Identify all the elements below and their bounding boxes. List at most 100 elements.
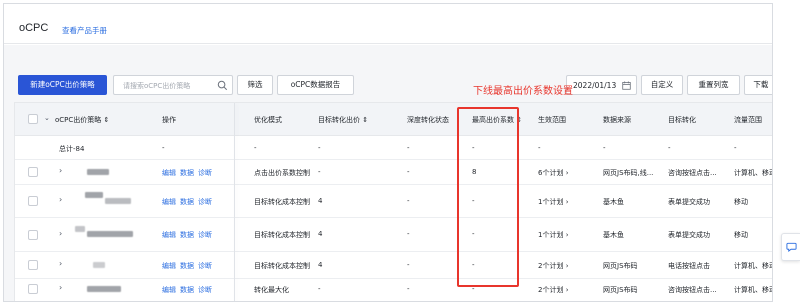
target-bid-cell: 4 bbox=[318, 230, 323, 238]
new-strategy-button[interactable]: 新建oCPC出价策略 bbox=[18, 75, 107, 95]
custom-columns-button[interactable]: 自定义 bbox=[641, 75, 683, 95]
annotation-highlight-box bbox=[457, 107, 519, 287]
data-link[interactable]: 数据 bbox=[180, 230, 194, 240]
diagnose-link[interactable]: 诊断 bbox=[198, 285, 212, 295]
column-header-strategy[interactable]: oCPC出价策略 ⇕ bbox=[55, 115, 109, 125]
deep-status-cell: - bbox=[407, 168, 410, 176]
search-icon[interactable] bbox=[217, 80, 228, 91]
row-checkbox[interactable] bbox=[28, 260, 38, 270]
deep-status-cell: - bbox=[407, 261, 410, 269]
chevron-right-icon[interactable]: › bbox=[59, 195, 62, 204]
chevron-down-icon: ⌄ bbox=[772, 76, 773, 94]
target-conversion-cell: 表单提交成功 bbox=[668, 198, 710, 206]
row-checkbox[interactable] bbox=[28, 167, 38, 177]
target-conversion-cell: 咨询按钮点击... bbox=[668, 169, 717, 177]
table-total-row: 总计-84 - - - - - - - - - bbox=[15, 136, 772, 160]
table-row: › 编辑 数据 诊断 目标转化成本控制 4 - - 1个计划 › 基木鱼 表单提… bbox=[15, 185, 772, 218]
search-input[interactable]: 请搜索oCPC出价策略 bbox=[113, 75, 233, 95]
total-traffic: - bbox=[734, 144, 737, 152]
target-conversion-cell: 电话按钮点击 bbox=[668, 262, 710, 270]
product-manual-link[interactable]: 查看产品手册 bbox=[62, 25, 107, 36]
total-source: - bbox=[603, 144, 606, 152]
chevron-right-icon[interactable]: › bbox=[59, 166, 62, 175]
search-placeholder: 请搜索oCPC出价策略 bbox=[123, 82, 191, 90]
table-row: › 编辑 数据 诊断 目标转化成本控制 4 - - 1个计划 › 基木鱼 表单提… bbox=[15, 218, 772, 252]
redacted-strategy-name bbox=[105, 198, 131, 204]
download-button[interactable]: 下载⌄ bbox=[744, 75, 773, 95]
traffic-cell: 移动 bbox=[734, 231, 748, 239]
chevron-down-icon[interactable]: ⌄ bbox=[44, 114, 50, 122]
table-row: › 编辑 数据 诊断 转化最大化 - - - 2个计划 › 网页JS布码 咨询按… bbox=[15, 279, 772, 301]
deep-status-cell: - bbox=[407, 197, 410, 205]
ocpc-report-button[interactable]: oCPC数据报告 bbox=[277, 75, 354, 95]
diagnose-link[interactable]: 诊断 bbox=[198, 261, 212, 271]
traffic-cell: 计算机、移动 bbox=[734, 169, 773, 177]
toolbar: 新建oCPC出价策略 请搜索oCPC出价策略 筛选 oCPC数据报告 2022/… bbox=[4, 45, 772, 95]
data-link[interactable]: 数据 bbox=[180, 261, 194, 271]
column-header-target-conversion: 目标转化 bbox=[668, 116, 696, 124]
reset-column-width-button[interactable]: 重置列宽 bbox=[687, 75, 740, 95]
redacted-strategy-name bbox=[93, 262, 105, 268]
data-link[interactable]: 数据 bbox=[180, 168, 194, 178]
scope-cell[interactable]: 2个计划 › bbox=[538, 285, 569, 295]
source-cell: 网页JS布码 bbox=[603, 286, 638, 294]
page-header: oCPC 查看产品手册 bbox=[4, 4, 772, 44]
redacted-strategy-name bbox=[75, 226, 85, 232]
strategy-table: ⌄ oCPC出价策略 ⇕ 操作 优化模式 目标转化出价 ⇕ 深度转化状态 最高出… bbox=[14, 102, 773, 301]
diagnose-link[interactable]: 诊断 bbox=[198, 197, 212, 207]
row-checkbox[interactable] bbox=[28, 196, 38, 206]
scope-cell[interactable]: 6个计划 › bbox=[538, 168, 569, 178]
diagnose-link[interactable]: 诊断 bbox=[198, 168, 212, 178]
target-conversion-cell: 表单提交成功 bbox=[668, 231, 710, 239]
redacted-strategy-name bbox=[87, 286, 121, 292]
source-cell: 网页JS布码,线... bbox=[603, 169, 654, 177]
column-header-scope: 生效范围 bbox=[538, 116, 566, 124]
source-cell: 基木鱼 bbox=[603, 198, 624, 206]
chevron-right-icon[interactable]: › bbox=[59, 229, 62, 238]
target-bid-cell: - bbox=[318, 285, 321, 293]
table-row: › 编辑 数据 诊断 目标转化成本控制 4 - - 2个计划 › 网页JS布码 … bbox=[15, 252, 773, 279]
row-checkbox[interactable] bbox=[28, 230, 38, 240]
mode-cell: 点击出价系数控制 bbox=[254, 169, 310, 177]
redacted-strategy-name bbox=[85, 192, 103, 198]
feedback-side-tab[interactable] bbox=[781, 233, 800, 261]
edit-link[interactable]: 编辑 bbox=[162, 168, 176, 178]
scope-cell[interactable]: 1个计划 › bbox=[538, 230, 569, 240]
total-scope: - bbox=[538, 144, 541, 152]
mode-cell: 目标转化成本控制 bbox=[254, 231, 310, 239]
scope-cell[interactable]: 1个计划 › bbox=[538, 197, 569, 207]
sort-icon: ⇕ bbox=[103, 116, 110, 124]
app-window: oCPC 查看产品手册 新建oCPC出价策略 请搜索oCPC出价策略 筛选 oC… bbox=[3, 3, 773, 302]
column-header-traffic: 流量范围 bbox=[734, 116, 762, 124]
data-link[interactable]: 数据 bbox=[180, 197, 194, 207]
total-label: 总计-84 bbox=[59, 145, 85, 153]
chat-icon bbox=[786, 242, 797, 252]
source-cell: 网页JS布码 bbox=[603, 262, 638, 270]
column-header-target-bid[interactable]: 目标转化出价 ⇕ bbox=[318, 115, 368, 125]
date-picker[interactable]: 2022/01/13 bbox=[566, 75, 637, 95]
edit-link[interactable]: 编辑 bbox=[162, 230, 176, 240]
download-label: 下载 bbox=[753, 80, 769, 89]
edit-link[interactable]: 编辑 bbox=[162, 261, 176, 271]
target-bid-cell: 4 bbox=[318, 197, 323, 205]
chevron-right-icon[interactable]: › bbox=[59, 283, 62, 292]
select-all-checkbox[interactable] bbox=[28, 114, 38, 124]
traffic-cell: 计算机、移动 bbox=[734, 262, 773, 270]
sort-icon: ⇕ bbox=[362, 116, 369, 124]
total-target-bid: - bbox=[318, 144, 321, 152]
edit-link[interactable]: 编辑 bbox=[162, 197, 176, 207]
traffic-cell: 移动 bbox=[734, 198, 748, 206]
page-title: oCPC bbox=[19, 22, 49, 34]
chevron-right-icon[interactable]: › bbox=[59, 259, 62, 268]
edit-link[interactable]: 编辑 bbox=[162, 285, 176, 295]
diagnose-link[interactable]: 诊断 bbox=[198, 230, 212, 240]
filter-button[interactable]: 筛选 bbox=[237, 75, 273, 95]
scope-cell[interactable]: 2个计划 › bbox=[538, 261, 569, 271]
total-target-conversion: - bbox=[668, 144, 671, 152]
data-link[interactable]: 数据 bbox=[180, 285, 194, 295]
mode-cell: 目标转化成本控制 bbox=[254, 198, 310, 206]
total-deep-status: - bbox=[407, 144, 410, 152]
row-checkbox[interactable] bbox=[28, 284, 38, 294]
redacted-strategy-name bbox=[87, 169, 109, 175]
column-header-actions: 操作 bbox=[162, 116, 176, 124]
